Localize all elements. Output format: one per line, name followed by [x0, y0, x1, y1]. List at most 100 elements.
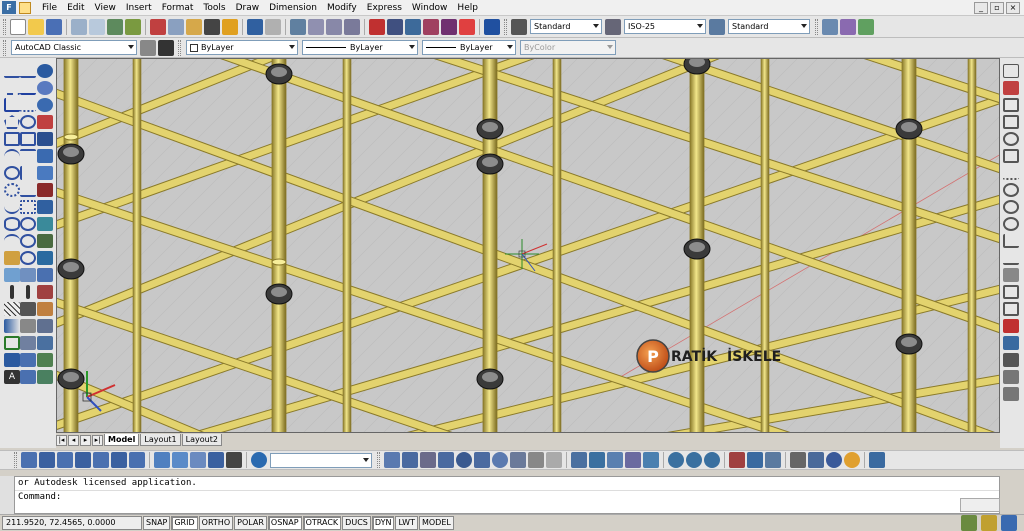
- menu-format[interactable]: Format: [157, 0, 199, 16]
- scale-icon[interactable]: [37, 183, 53, 197]
- extrude-icon[interactable]: [571, 452, 587, 468]
- array-icon[interactable]: [37, 132, 53, 146]
- snap-intersection-icon[interactable]: [1003, 132, 1019, 146]
- break-icon[interactable]: [37, 251, 53, 265]
- sketch-icon[interactable]: [20, 166, 36, 180]
- construction-line-icon[interactable]: [4, 81, 20, 95]
- menu-file[interactable]: File: [37, 0, 62, 16]
- point-icon[interactable]: [10, 285, 14, 299]
- ray-icon[interactable]: [20, 64, 36, 78]
- camera-icon[interactable]: [208, 452, 224, 468]
- planar-surface-icon[interactable]: [546, 452, 562, 468]
- union-icon[interactable]: [668, 452, 684, 468]
- render-window-icon[interactable]: [869, 452, 885, 468]
- se-iso-view-icon[interactable]: [154, 452, 170, 468]
- menu-window[interactable]: Window: [407, 0, 453, 16]
- multiline-icon[interactable]: [20, 81, 36, 95]
- snap-from-icon[interactable]: [1003, 81, 1019, 95]
- circle-3point-icon[interactable]: [20, 234, 36, 248]
- cylinder-icon[interactable]: [474, 452, 490, 468]
- snap-toggle[interactable]: SNAP: [143, 516, 171, 530]
- orbit-icon[interactable]: [822, 18, 838, 35]
- region-icon[interactable]: [4, 336, 20, 350]
- snap-midpoint-icon[interactable]: [1003, 115, 1019, 129]
- grid-toggle[interactable]: GRID: [171, 516, 198, 530]
- pan-icon[interactable]: [290, 18, 306, 35]
- pyramid-icon[interactable]: [510, 452, 526, 468]
- helix-3d-icon[interactable]: [528, 452, 544, 468]
- workspace-save-icon[interactable]: [158, 39, 174, 56]
- clean-screen-icon[interactable]: [1001, 515, 1017, 531]
- properties-icon[interactable]: [369, 18, 385, 35]
- restore-icon[interactable]: ▫: [990, 1, 1004, 14]
- mid-two-points-icon[interactable]: [1003, 387, 1019, 401]
- back-view-icon[interactable]: [111, 452, 127, 468]
- toolbar-grip[interactable]: [3, 18, 6, 35]
- previous-tab-icon[interactable]: ◂: [68, 434, 79, 446]
- workspace-select[interactable]: AutoCAD Classic: [11, 40, 137, 55]
- menu-view[interactable]: View: [90, 0, 121, 16]
- offset-icon[interactable]: [37, 115, 53, 129]
- markup-icon[interactable]: [441, 18, 457, 35]
- linetype-select[interactable]: ByLayer: [302, 40, 418, 55]
- next-tab-icon[interactable]: ▸: [80, 434, 91, 446]
- polysolid-icon[interactable]: [384, 452, 400, 468]
- sw-iso-view-icon[interactable]: [129, 452, 145, 468]
- revolve-icon[interactable]: [625, 452, 641, 468]
- last-tab-icon[interactable]: ▸|: [92, 434, 103, 446]
- torus-icon[interactable]: [492, 452, 508, 468]
- line-icon[interactable]: [4, 64, 20, 78]
- arc-3point-icon[interactable]: [20, 149, 36, 163]
- polar-toggle[interactable]: POLAR: [234, 516, 267, 530]
- command-line[interactable]: or Autodesk licensed application. Comman…: [14, 476, 1000, 514]
- 3d-dwf-icon[interactable]: [125, 18, 141, 35]
- design-center-icon[interactable]: [387, 18, 403, 35]
- shade-icon[interactable]: [808, 452, 824, 468]
- single-line-text-icon[interactable]: [20, 370, 36, 384]
- model-toggle[interactable]: MODEL: [418, 516, 454, 530]
- front-view-icon[interactable]: [93, 452, 109, 468]
- communication-center-icon[interactable]: [961, 515, 977, 531]
- render-icon[interactable]: [844, 452, 860, 468]
- named-ucs-select[interactable]: [270, 452, 372, 468]
- osnap-toggle[interactable]: OSNAP: [267, 516, 302, 530]
- surface-icon[interactable]: [20, 336, 36, 350]
- measure-icon[interactable]: [26, 285, 30, 299]
- menu-dimension[interactable]: Dimension: [264, 0, 322, 16]
- solid-fill-icon[interactable]: [20, 302, 36, 316]
- lock-icon[interactable]: [981, 515, 997, 531]
- menu-insert[interactable]: Insert: [121, 0, 157, 16]
- menu-express[interactable]: Express: [362, 0, 407, 16]
- toolbar-grip[interactable]: [14, 452, 17, 468]
- top-view-icon[interactable]: [21, 452, 37, 468]
- snap-toggle-icon[interactable]: [1003, 370, 1019, 384]
- menu-edit[interactable]: Edit: [62, 0, 89, 16]
- solid-edit-icon[interactable]: [37, 370, 53, 384]
- explode-icon[interactable]: [37, 319, 53, 333]
- snap-quadrant-icon[interactable]: [1003, 200, 1019, 214]
- lwt-toggle[interactable]: LWT: [395, 516, 418, 530]
- ducs-toggle[interactable]: DUCS: [342, 516, 371, 530]
- snap-insert-icon[interactable]: [1003, 268, 1019, 282]
- sheet-set-icon[interactable]: [423, 18, 439, 35]
- track-settings-icon[interactable]: [1003, 353, 1019, 367]
- box-icon[interactable]: [402, 452, 418, 468]
- toolbar-grip[interactable]: [815, 18, 818, 35]
- otrack-toggle[interactable]: OTRACK: [302, 516, 342, 530]
- toolbar-grip[interactable]: [377, 452, 380, 468]
- chamfer-icon[interactable]: [37, 285, 53, 299]
- join-icon[interactable]: [37, 268, 53, 282]
- cone-icon[interactable]: [438, 452, 454, 468]
- arc-icon[interactable]: [4, 149, 20, 163]
- snap-none-icon[interactable]: [1003, 319, 1019, 333]
- trim-icon[interactable]: [37, 217, 53, 231]
- 3d-align-icon[interactable]: [765, 452, 781, 468]
- autocad-app-icon[interactable]: F: [2, 1, 16, 14]
- polyline-icon[interactable]: [4, 98, 20, 112]
- boundary-icon[interactable]: [20, 132, 36, 146]
- continuous-orbit-icon[interactable]: [858, 18, 874, 35]
- presspull-icon[interactable]: [589, 452, 605, 468]
- dyn-toggle[interactable]: DYN: [371, 516, 395, 530]
- donut-icon[interactable]: [20, 115, 36, 129]
- help-icon[interactable]: [484, 18, 500, 35]
